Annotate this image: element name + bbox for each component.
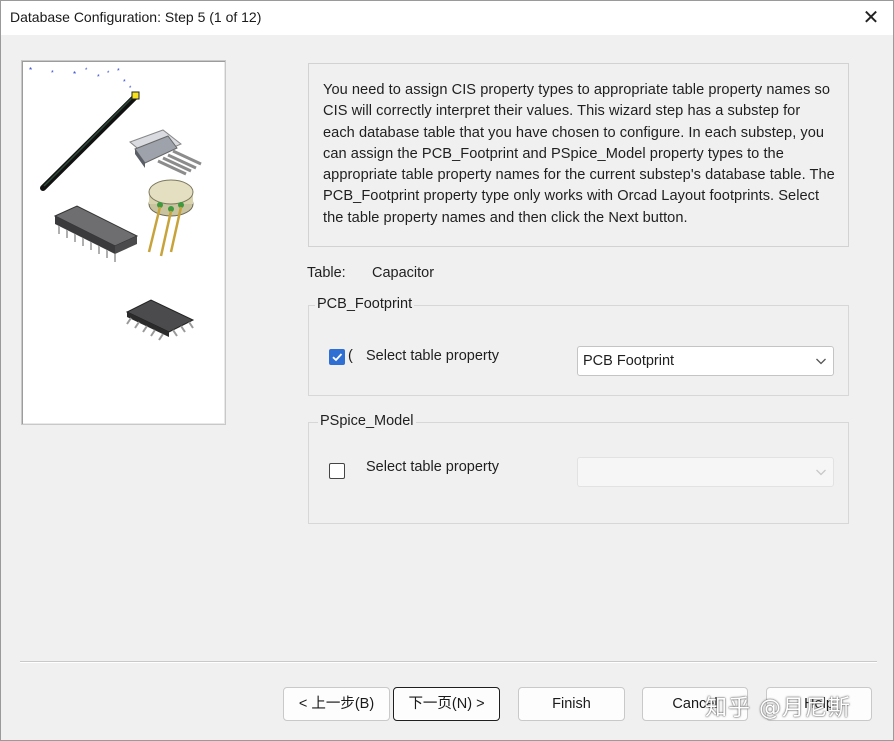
- svg-text:*: *: [73, 70, 76, 79]
- pcb-footprint-legend: PCB_Footprint: [315, 296, 415, 312]
- wizard-window: Database Configuration: Step 5 (1 of 12)…: [0, 0, 894, 741]
- check-icon: [332, 353, 343, 362]
- pcb-footprint-select-value: PCB Footprint: [583, 353, 675, 369]
- pcb-footprint-checkbox-label: Select table property: [366, 348, 499, 364]
- next-button[interactable]: 下一页(N) >: [393, 687, 500, 721]
- watermark: 知乎 @月尼斯: [705, 696, 851, 721]
- svg-text:*: *: [117, 68, 120, 75]
- chevron-down-icon: [816, 358, 826, 365]
- svg-text:*: *: [97, 74, 100, 81]
- to220-package-icon: [129, 129, 202, 176]
- sparkle-stars: * * * * * * * * *: [29, 66, 132, 92]
- footer-separator: [20, 661, 877, 663]
- window-title: Database Configuration: Step 5 (1 of 12): [10, 9, 262, 25]
- table-label: Table:: [307, 265, 346, 281]
- description-text: You need to assign CIS property types to…: [323, 82, 835, 226]
- focus-mark: (: [348, 348, 353, 364]
- svg-text:*: *: [123, 79, 126, 86]
- svg-text:*: *: [85, 68, 88, 74]
- to5-transistor-icon: [147, 179, 194, 257]
- description-panel: You need to assign CIS property types to…: [308, 63, 849, 247]
- pspice-model-legend: PSpice_Model: [318, 413, 416, 429]
- close-icon[interactable]: ✕: [857, 5, 885, 31]
- pspice-model-select[interactable]: [577, 457, 834, 487]
- dip-ic-icon: [53, 205, 139, 262]
- wizard-illustration: * * * * * * * * *: [21, 60, 226, 425]
- chevron-down-icon: [816, 469, 826, 476]
- magic-wand-icon: [40, 91, 140, 191]
- svg-text:*: *: [51, 70, 54, 77]
- finish-button[interactable]: Finish: [518, 687, 625, 721]
- pspice-model-checkbox[interactable]: [329, 463, 345, 479]
- pcb-footprint-select[interactable]: PCB Footprint: [577, 346, 834, 376]
- table-name: Capacitor: [372, 265, 435, 281]
- smd-ic-icon: [125, 299, 195, 341]
- svg-text:*: *: [129, 86, 132, 92]
- svg-text:*: *: [29, 66, 32, 75]
- pspice-model-checkbox-label: Select table property: [366, 459, 499, 475]
- pcb-footprint-checkbox[interactable]: [329, 349, 345, 365]
- title-bar: Database Configuration: Step 5 (1 of 12)…: [1, 1, 893, 35]
- back-button[interactable]: < 上一步(B): [283, 687, 390, 721]
- svg-text:*: *: [107, 71, 110, 77]
